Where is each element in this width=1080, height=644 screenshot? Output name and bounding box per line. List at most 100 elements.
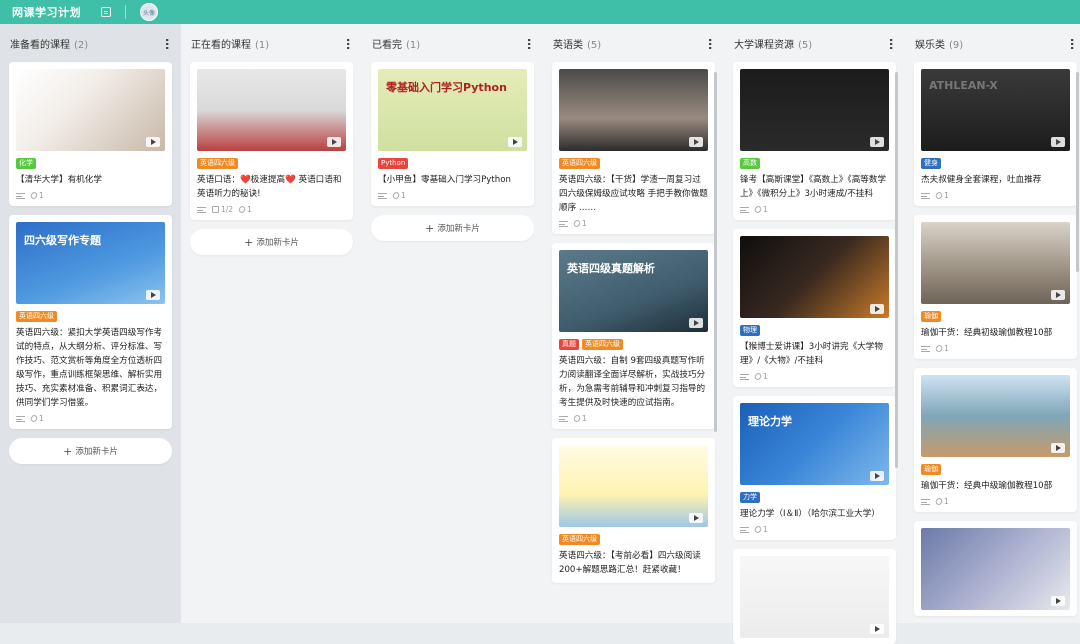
column-count: (9)	[949, 39, 964, 51]
column-scrollbar[interactable]	[1076, 72, 1079, 272]
attachment-count: 1	[763, 205, 768, 214]
course-card[interactable]: ATHLEAN-X 健身 杰夫叔健身全套课程，吐血推荐 1	[914, 62, 1077, 206]
add-card-button[interactable]: + 添加新卡片	[9, 438, 172, 464]
tag[interactable]: 瑜伽	[921, 311, 941, 322]
video-thumbnail[interactable]	[559, 445, 708, 527]
more-options-icon[interactable]: ⋯	[703, 38, 717, 49]
thumbnail-caption: 英语四级真题解析	[567, 262, 655, 275]
tag[interactable]: 高数	[740, 158, 760, 169]
thumbnail-caption: 理论力学	[748, 415, 792, 428]
more-options-icon[interactable]: ⋯	[341, 38, 355, 49]
tag[interactable]: 健身	[921, 158, 941, 169]
course-card[interactable]: 英语四级真题解析 真题 英语四六级 英语四六级：自制 9套四级真题写作听力阅读翻译全面…	[552, 243, 715, 429]
column-scrollbar[interactable]	[714, 72, 717, 432]
description-icon	[559, 415, 568, 422]
tag[interactable]: 英语四六级	[197, 158, 238, 169]
attachment-count: 1	[401, 191, 406, 200]
tag[interactable]: 英语四六级	[559, 158, 600, 169]
attachment-indicator: 1	[753, 524, 768, 535]
column-title: 娱乐类	[915, 39, 945, 51]
column-header: 英语类 (5) ⋯	[552, 24, 717, 62]
video-thumbnail[interactable]: 理论力学	[740, 403, 889, 485]
course-card[interactable]: 理论力学力学理论力学（Ⅰ＆Ⅱ）（哈尔滨工业大学） 1	[733, 396, 896, 540]
tag[interactable]: 英语四六级	[16, 311, 57, 322]
tag[interactable]: Python	[378, 158, 409, 169]
attachment-icon	[934, 343, 944, 354]
add-card-button[interactable]: + 添加新卡片	[190, 229, 353, 255]
video-thumbnail[interactable]: ATHLEAN-X	[921, 69, 1070, 151]
more-options-icon[interactable]: ⋯	[522, 38, 536, 49]
add-card-button[interactable]: + 添加新卡片	[371, 215, 534, 241]
course-card[interactable]: 物理【猴博士爱讲课】3小时讲完《大学物理》/《大物》/不挂科 1	[733, 229, 896, 387]
more-options-icon[interactable]: ⋯	[160, 38, 174, 49]
video-icon	[327, 137, 341, 147]
course-card[interactable]: 化学 【清华大学】有机化学 1	[9, 62, 172, 206]
column-scrollbar[interactable]	[895, 72, 898, 468]
avatar[interactable]: 头像	[140, 3, 158, 21]
add-card-label: 添加新卡片	[75, 447, 118, 457]
attachment-count: 1	[944, 497, 949, 506]
card-title: 【猴博士爱讲课】3小时讲完《大学物理》/《大物》/不挂科	[740, 342, 883, 366]
video-icon	[146, 290, 160, 300]
course-card[interactable]: 瑜伽 瑜伽干货：经典初级瑜伽教程10部 1	[914, 215, 1077, 359]
video-thumbnail[interactable]	[740, 236, 889, 318]
plus-icon: +	[425, 221, 435, 235]
tag-list: 力学	[740, 492, 889, 503]
card-meta: 1	[559, 413, 708, 424]
tag-list: 英语四六级	[16, 311, 165, 322]
video-thumbnail[interactable]	[921, 375, 1070, 457]
course-card[interactable]: 英语四六级 英语口语：❤️极速提高❤️ 英语口语和英语听力的秘诀! 1/2 1	[190, 62, 353, 220]
card-meta: 1	[16, 190, 165, 201]
tag-list: 英语四六级	[559, 158, 708, 169]
course-card[interactable]	[733, 549, 896, 644]
card-title: 英语四六级：【干货】学渣一周复习过四六级保姆级应试攻略 手把手教你做题顺序 ……	[559, 175, 708, 213]
more-options-icon[interactable]: ⋯	[1065, 38, 1079, 49]
video-thumbnail[interactable]	[559, 69, 708, 151]
tag[interactable]: 物理	[740, 325, 760, 336]
course-card[interactable]: 零基础入门学习Python Python 【小甲鱼】零基础入门学习Python 1	[371, 62, 534, 206]
card-meta: 1/2 1	[197, 204, 346, 215]
card-title: 瑜伽干货：经典中级瑜伽教程10部	[921, 481, 1053, 491]
tag[interactable]: 英语四六级	[559, 534, 600, 545]
card-title: 锋考【高斯课堂】《高数上》《高等数学上》《微积分上》3小时速成/不挂科	[740, 175, 887, 199]
video-icon	[1051, 290, 1065, 300]
video-thumbnail[interactable]: 四六级写作专题	[16, 222, 165, 304]
course-card[interactable]: 英语四六级英语四六级：【干货】学渣一周复习过四六级保姆级应试攻略 手把手教你做题…	[552, 62, 715, 234]
course-card[interactable]: 高数锋考【高斯课堂】《高数上》《高等数学上》《微积分上》3小时速成/不挂科 1	[733, 62, 896, 220]
card-meta: 1	[921, 343, 1070, 354]
video-thumbnail[interactable]	[197, 69, 346, 151]
tag[interactable]: 化学	[16, 158, 36, 169]
video-thumbnail[interactable]	[740, 69, 889, 151]
attachment-count: 1	[39, 191, 44, 200]
tag-list: 英语四六级	[559, 534, 708, 545]
document-icon[interactable]	[101, 7, 111, 17]
attachment-indicator: 1	[753, 204, 768, 215]
card-title: 理论力学（Ⅰ＆Ⅱ）（哈尔滨工业大学）	[740, 509, 880, 519]
checkbox-icon	[212, 206, 219, 213]
tag-list: 化学	[16, 158, 165, 169]
column: 大学课程资源 (5) ⋯ 高数 锋考【高斯课堂】《高数上》《高等数学上》《微积分上》3小…	[724, 24, 905, 644]
video-icon	[508, 137, 522, 147]
thumbnail-caption: ATHLEAN-X	[929, 79, 998, 92]
more-options-icon[interactable]: ⋯	[884, 38, 898, 49]
video-thumbnail[interactable]	[921, 528, 1070, 610]
video-thumbnail[interactable]: 零基础入门学习Python	[378, 69, 527, 151]
tag[interactable]: 瑜伽	[921, 464, 941, 475]
video-thumbnail[interactable]	[921, 222, 1070, 304]
add-card-label: 添加新卡片	[437, 224, 480, 234]
attachment-indicator: 1	[753, 371, 768, 382]
video-thumbnail[interactable]: 英语四级真题解析	[559, 250, 708, 332]
tag[interactable]: 力学	[740, 492, 760, 503]
video-thumbnail[interactable]	[16, 69, 165, 151]
course-card[interactable]: 瑜伽瑜伽干货：经典中级瑜伽教程10部 1	[914, 368, 1077, 512]
course-card[interactable]	[914, 521, 1077, 616]
attachment-indicator: 1	[237, 204, 252, 215]
column-title: 正在看的课程	[191, 39, 251, 51]
course-card[interactable]: 英语四六级 英语四六级：【考前必看】四六级阅读200+解题思路汇总！赶紧收藏！	[552, 438, 715, 583]
attachment-indicator: 1	[391, 190, 406, 201]
tag[interactable]: 英语四六级	[582, 339, 623, 350]
tag[interactable]: 真题	[559, 339, 579, 350]
attachment-indicator: 1	[934, 496, 949, 507]
video-thumbnail[interactable]	[740, 556, 889, 638]
course-card[interactable]: 四六级写作专题 英语四六级 英语四六级：紧扣大学英语四级写作考试的特点，从大纲分析、…	[9, 215, 172, 429]
